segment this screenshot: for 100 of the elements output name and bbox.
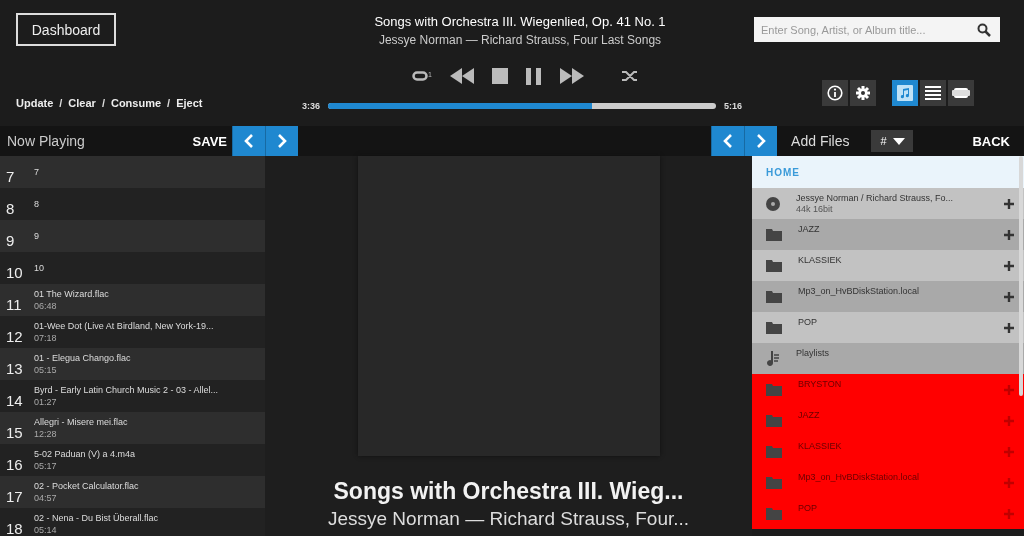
previous-button[interactable] bbox=[711, 126, 745, 156]
gear-icon bbox=[855, 85, 871, 101]
library-row[interactable]: Jessye Norman / Richard Strauss, Fo... 44k 16bit bbox=[752, 188, 1024, 219]
separator: / bbox=[167, 97, 171, 109]
music-note-icon bbox=[897, 85, 913, 101]
queue-row[interactable]: 10 10 bbox=[0, 252, 265, 284]
track-duration: 06:48 bbox=[34, 301, 58, 311]
add-icon[interactable] bbox=[1004, 291, 1014, 302]
chevron-left-icon bbox=[244, 133, 254, 149]
music-note-icon bbox=[766, 350, 780, 367]
track-title: Allegri - Misere mei.flac bbox=[34, 417, 128, 427]
action-link[interactable]: Consume bbox=[110, 97, 162, 109]
action-link[interactable]: Update bbox=[16, 97, 54, 109]
track-number: 17 bbox=[5, 486, 24, 505]
queue-row[interactable]: 14 Byrd - Early Latin Church Music 2 - 03 - Allel... 01:27 bbox=[0, 380, 265, 412]
item-name: Playlists bbox=[796, 348, 830, 358]
track-number: 11 bbox=[5, 294, 23, 313]
chevron-left-icon bbox=[723, 133, 734, 149]
panel-title: Now Playing bbox=[6, 133, 86, 149]
item-name: KLASSIEK bbox=[798, 441, 843, 451]
save-button[interactable]: SAVE bbox=[187, 133, 232, 149]
queue-row[interactable]: 16 5-02 Paduan (V) a 4.m4a 05:17 bbox=[0, 444, 265, 476]
shuffle-icon[interactable] bbox=[621, 70, 638, 82]
track-title: 9 bbox=[34, 231, 39, 241]
previous-button[interactable] bbox=[232, 126, 265, 156]
item-name: Jessye Norman / Richard Strauss, Fo... bbox=[796, 193, 955, 203]
folder-icon bbox=[766, 321, 782, 334]
item-detail: 44k 16bit bbox=[796, 204, 834, 214]
folder-icon bbox=[766, 445, 782, 458]
library-row[interactable]: KLASSIEK bbox=[752, 250, 1024, 281]
track-number: 8 bbox=[5, 198, 16, 217]
folder-icon bbox=[766, 259, 782, 272]
queue-row[interactable]: 12 01-Wee Dot (Live At Birdland, New York-19... 07:18 bbox=[0, 316, 265, 348]
card-view-button[interactable] bbox=[948, 80, 974, 106]
chevron-right-icon bbox=[756, 133, 767, 149]
track-duration: 05:14 bbox=[34, 525, 58, 535]
fast-forward-icon[interactable] bbox=[559, 68, 584, 84]
add-icon[interactable] bbox=[1004, 260, 1014, 271]
next-button[interactable] bbox=[744, 126, 778, 156]
track-number: 9 bbox=[5, 230, 16, 249]
settings-button[interactable] bbox=[850, 80, 876, 106]
separator: / bbox=[59, 97, 63, 109]
queue-row[interactable]: 11 01 The Wizard.flac 06:48 bbox=[0, 284, 265, 316]
track-duration: 07:18 bbox=[34, 333, 58, 343]
queue-row[interactable]: 17 02 - Pocket Calculator.flac 04:57 bbox=[0, 476, 265, 508]
item-name: POP bbox=[798, 317, 818, 327]
song-subtitle: Jessye Norman — Richard Strauss, Four Last Songs bbox=[378, 33, 662, 47]
search-icon[interactable] bbox=[977, 23, 991, 37]
folder-icon bbox=[766, 414, 782, 427]
item-name: POP bbox=[798, 503, 818, 513]
chevron-right-icon bbox=[277, 133, 287, 149]
action-link[interactable]: Eject bbox=[176, 97, 203, 109]
track-title: 02 - Pocket Calculator.flac bbox=[34, 481, 139, 491]
rewind-icon[interactable] bbox=[449, 68, 474, 84]
track-number: 7 bbox=[5, 166, 16, 185]
scrollbar[interactable] bbox=[1019, 156, 1023, 396]
library-row[interactable]: Mp3_on_HvBDiskStation.local bbox=[752, 281, 1024, 312]
now-playing-title: Songs with Orchestra III. Wieg... bbox=[333, 478, 684, 505]
item-name: BRYSTON bbox=[798, 379, 843, 389]
panel-title: Add Files bbox=[791, 133, 850, 149]
queue-row[interactable]: 13 01 - Elegua Chango.flac 05:15 bbox=[0, 348, 265, 380]
library-row[interactable]: POP bbox=[752, 312, 1024, 343]
info-icon bbox=[827, 85, 843, 101]
info-button[interactable] bbox=[822, 80, 848, 106]
search-field[interactable]: Enter Song, Artist, or Album title... bbox=[754, 17, 1000, 42]
now-playing-subtitle: Jessye Norman — Richard Strauss, Four... bbox=[327, 508, 690, 530]
track-duration: 01:27 bbox=[34, 397, 58, 407]
folder-icon bbox=[766, 290, 782, 303]
stop-icon[interactable] bbox=[491, 68, 508, 84]
track-number: 13 bbox=[5, 358, 24, 377]
track-title: 01 - Elegua Chango.flac bbox=[34, 353, 131, 363]
folder-icon bbox=[766, 507, 782, 520]
folder-icon bbox=[766, 383, 782, 396]
pause-icon[interactable] bbox=[525, 67, 542, 85]
queue-row[interactable]: 15 Allegri - Misere mei.flac 12:28 bbox=[0, 412, 265, 444]
item-name: KLASSIEK bbox=[798, 255, 843, 265]
track-title: 01 The Wizard.flac bbox=[34, 289, 109, 299]
queue-row[interactable]: 7 7 bbox=[0, 156, 265, 188]
add-icon[interactable] bbox=[1004, 198, 1014, 209]
list-view-button[interactable] bbox=[920, 80, 946, 106]
item-name: Mp3_on_HvBDiskStation.local bbox=[798, 286, 921, 296]
disc-icon bbox=[766, 196, 780, 211]
elapsed-time: 3:36 bbox=[302, 101, 320, 111]
add-icon[interactable] bbox=[1004, 229, 1014, 240]
separator: / bbox=[101, 97, 105, 109]
queue-row[interactable]: 8 8 bbox=[0, 188, 265, 220]
dashboard-button[interactable]: Dashboard bbox=[16, 13, 116, 46]
queue-row[interactable]: 18 02 - Nena - Du Bist Überall.flac 05:14 bbox=[0, 508, 265, 536]
library-row[interactable]: Playlists bbox=[752, 343, 1024, 374]
queue-row[interactable]: 9 9 bbox=[0, 220, 265, 252]
item-name: JAZZ bbox=[798, 410, 821, 420]
track-number: 12 bbox=[5, 326, 24, 345]
sort-dropdown[interactable]: # bbox=[871, 130, 914, 152]
track-duration: 05:17 bbox=[34, 461, 58, 471]
library-row[interactable]: JAZZ bbox=[752, 219, 1024, 250]
track-title: 01-Wee Dot (Live At Birdland, New York-19... bbox=[34, 321, 214, 331]
add-icon[interactable] bbox=[1004, 322, 1014, 333]
action-link[interactable]: Clear bbox=[68, 97, 96, 109]
back-button[interactable]: BACK bbox=[967, 133, 1024, 149]
track-title: 8 bbox=[34, 199, 39, 209]
